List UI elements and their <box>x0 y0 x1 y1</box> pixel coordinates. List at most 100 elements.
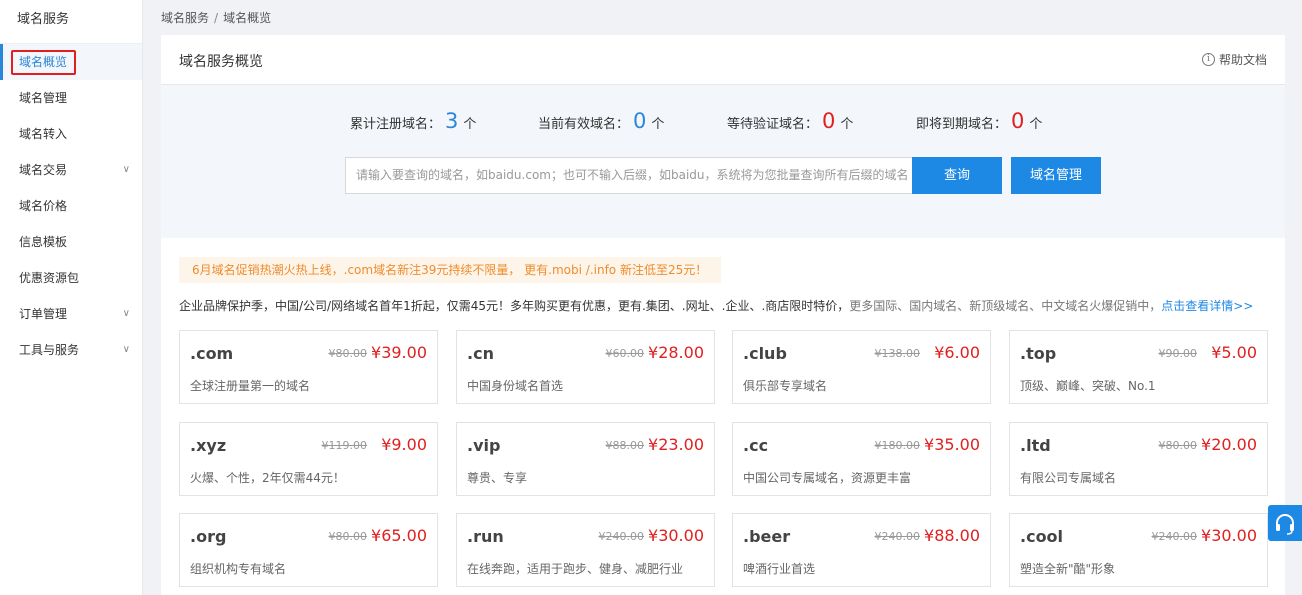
sale-price: ¥39.00 <box>371 343 427 362</box>
sidebar: 域名服务 域名概览域名管理域名转入域名交易 ∨ 域名价格信息模板优惠资源包订单管理 ∨… <box>0 0 143 595</box>
domain-price-card[interactable]: .top ¥90.00 ¥5.00 顶级、巅峰、突破、No.1 <box>1009 330 1268 404</box>
promo-gray-text: 更多国际、国内域名、新顶级域名、中文域名火爆促销中， <box>849 299 1162 313</box>
original-price: ¥80.00 <box>328 347 368 360</box>
stat-unit: 个 <box>463 117 477 132</box>
domain-description: 中国公司专属域名，资源更丰富 <box>743 471 912 485</box>
domain-price-card[interactable]: .cn ¥60.00 ¥28.00 中国身份域名首选 <box>456 330 715 404</box>
sidebar-item[interactable]: 域名转入 <box>0 116 142 152</box>
domain-description: 啤酒行业首选 <box>743 562 816 576</box>
stat-label: 即将到期域名： <box>916 117 1008 132</box>
sidebar-item[interactable]: 域名价格 <box>0 188 142 224</box>
headset-icon <box>1276 514 1294 535</box>
domain-description: 尊贵、专享 <box>467 471 528 485</box>
stat-label: 等待验证域名： <box>727 117 819 132</box>
info-icon: i <box>1201 53 1215 66</box>
sale-price: ¥28.00 <box>648 343 704 362</box>
support-float-button[interactable] <box>1268 505 1302 541</box>
sidebar-item-label: 域名管理 <box>19 91 68 105</box>
domain-suffix: .club <box>743 344 787 363</box>
chevron-down-icon: ∨ <box>122 308 130 319</box>
breadcrumb-root[interactable]: 域名服务 <box>161 11 209 25</box>
sidebar-item-label: 工具与服务 <box>19 343 80 357</box>
sidebar-item-label: 优惠资源包 <box>19 271 80 285</box>
domain-description: 塑造全新"酷"形象 <box>1020 562 1116 576</box>
sale-price: ¥35.00 <box>924 435 980 454</box>
sidebar-item-label: 订单管理 <box>19 307 68 321</box>
promo-details-link[interactable]: 点击查看详情>> <box>1161 299 1253 313</box>
breadcrumb-current: 域名概览 <box>223 11 272 25</box>
domain-price-card[interactable]: .org ¥80.00 ¥65.00 组织机构专有域名 <box>179 513 438 587</box>
sidebar-item[interactable]: 订单管理 ∨ <box>0 296 142 332</box>
sidebar-item-label: 信息模板 <box>19 235 68 249</box>
domain-description: 组织机构专有域名 <box>190 562 287 576</box>
domain-price-card[interactable]: .ltd ¥80.00 ¥20.00 有限公司专属域名 <box>1009 422 1268 496</box>
domain-suffix: .beer <box>743 527 791 546</box>
stat-label: 累计注册域名： <box>350 117 442 132</box>
domain-price-card[interactable]: .com ¥80.00 ¥39.00 全球注册量第一的域名 <box>179 330 438 404</box>
original-price: ¥90.00 <box>1158 347 1198 360</box>
promo-banner: 6月域名促销热潮火热上线，.com域名新注39元持续不限量， 更有.mobi /… <box>179 257 722 283</box>
sidebar-item[interactable]: 工具与服务 ∨ <box>0 332 142 368</box>
sale-price: ¥23.00 <box>648 435 704 454</box>
stat-pending: 等待验证域名： 0 个 <box>727 109 853 133</box>
domain-price-card[interactable]: .club ¥138.00 ¥6.00 俱乐部专享域名 <box>732 330 991 404</box>
domain-manage-button[interactable]: 域名管理 <box>1011 157 1101 194</box>
domain-description: 有限公司专属域名 <box>1020 471 1117 485</box>
sidebar-item-label: 域名交易 <box>19 163 68 177</box>
stat-expiring: 即将到期域名： 0 个 <box>916 109 1042 133</box>
stat-unit: 个 <box>651 117 665 132</box>
domain-suffix: .ltd <box>1020 436 1051 455</box>
sidebar-item[interactable]: 信息模板 <box>0 224 142 260</box>
domain-suffix: .vip <box>467 436 501 455</box>
breadcrumb-separator: / <box>214 11 219 25</box>
sidebar-item[interactable]: 域名交易 ∨ <box>0 152 142 188</box>
original-price: ¥60.00 <box>605 347 645 360</box>
domain-price-card[interactable]: .cc ¥180.00 ¥35.00 中国公司专属域名，资源更丰富 <box>732 422 991 496</box>
domain-description: 全球注册量第一的域名 <box>190 379 311 393</box>
panel-header: 域名服务概览 i 帮助文档 <box>161 35 1285 85</box>
help-docs-label: 帮助文档 <box>1218 53 1267 67</box>
sale-price: ¥88.00 <box>924 526 980 545</box>
sidebar-title: 域名服务 <box>0 0 142 44</box>
domain-description: 在线奔跑，适用于跑步、健身、减肥行业 <box>467 562 684 576</box>
domain-suffix: .xyz <box>190 436 227 455</box>
original-price: ¥240.00 <box>874 530 921 543</box>
stat-value: 0 <box>822 109 836 133</box>
stat-unit: 个 <box>1029 117 1043 132</box>
summary-section: 累计注册域名： 3 个 当前有效域名： 0 个 等待验证域名： 0 个 即将到期域名： 0 个 … <box>161 85 1285 238</box>
domain-description: 火爆、个性，2年仅需44元！ <box>190 471 345 485</box>
promo-line: 企业品牌保护季，中国/公司/网络域名首年1折起，仅需45元！多年购买更有优惠，更… <box>179 297 1253 314</box>
original-price: ¥119.00 <box>321 439 368 452</box>
help-docs-link[interactable]: i 帮助文档 <box>1201 51 1267 68</box>
sidebar-item-label: 域名转入 <box>19 127 68 141</box>
domain-price-card[interactable]: .beer ¥240.00 ¥88.00 啤酒行业首选 <box>732 513 991 587</box>
original-price: ¥88.00 <box>605 439 645 452</box>
stat-registered: 累计注册域名： 3 个 <box>350 109 476 133</box>
stat-label: 当前有效域名： <box>538 117 630 132</box>
domain-suffix: .org <box>190 527 227 546</box>
stat-value: 0 <box>633 109 647 133</box>
domain-description: 俱乐部专享域名 <box>743 379 828 393</box>
domain-price-card[interactable]: .cool ¥240.00 ¥30.00 塑造全新"酷"形象 <box>1009 513 1268 587</box>
original-price: ¥180.00 <box>874 439 921 452</box>
sale-price: ¥30.00 <box>648 526 704 545</box>
domain-price-card[interactable]: .run ¥240.00 ¥30.00 在线奔跑，适用于跑步、健身、减肥行业 <box>456 513 715 587</box>
breadcrumb: 域名服务 / 域名概览 <box>161 9 271 26</box>
sale-price: ¥9.00 <box>381 435 427 454</box>
query-button[interactable]: 查询 <box>912 157 1002 194</box>
sale-price: ¥6.00 <box>934 343 980 362</box>
sale-price: ¥20.00 <box>1201 435 1257 454</box>
sidebar-item[interactable]: 域名概览 <box>0 44 142 80</box>
sidebar-item[interactable]: 优惠资源包 <box>0 260 142 296</box>
stat-value: 0 <box>1011 109 1025 133</box>
page-title: 域名服务概览 <box>179 54 263 70</box>
domain-price-card[interactable]: .vip ¥88.00 ¥23.00 尊贵、专享 <box>456 422 715 496</box>
domain-suffix: .cc <box>743 436 769 455</box>
domain-price-card[interactable]: .xyz ¥119.00 ¥9.00 火爆、个性，2年仅需44元！ <box>179 422 438 496</box>
domain-search-input[interactable]: 请输入要查询的域名，如baidu.com；也可不输入后缀，如baidu，系统将为… <box>345 157 913 194</box>
original-price: ¥240.00 <box>598 530 645 543</box>
chevron-down-icon: ∨ <box>122 164 130 175</box>
domain-suffix: .cool <box>1020 527 1064 546</box>
sidebar-item[interactable]: 域名管理 <box>0 80 142 116</box>
original-price: ¥80.00 <box>1158 439 1198 452</box>
